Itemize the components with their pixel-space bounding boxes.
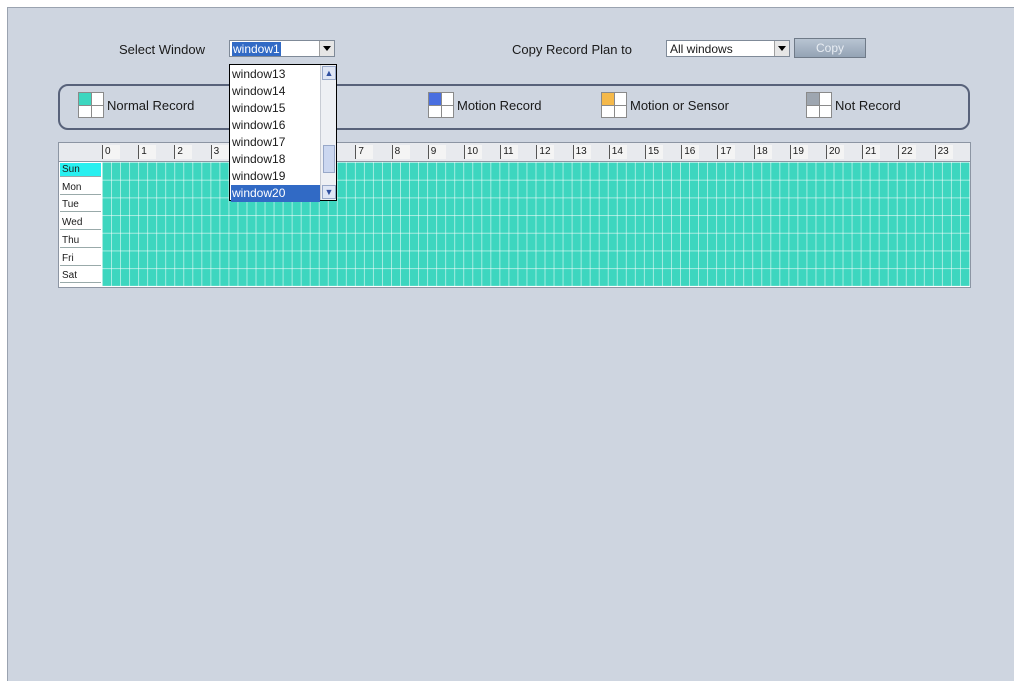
legend-item: Motion Record [428, 92, 542, 118]
hour-label: 17 [717, 145, 736, 159]
hour-label: 1 [138, 145, 157, 159]
legend-swatch-icon [806, 92, 832, 118]
schedule-grid: 01234567891011121314151617181920212223 S… [58, 142, 971, 288]
legend-label: Not Record [835, 97, 901, 113]
dropdown-option[interactable]: window17 [231, 134, 320, 151]
chevron-down-icon[interactable]: ▼ [322, 185, 336, 199]
copy-button[interactable]: Copy [794, 38, 866, 58]
legend-item: Motion or Sensor [601, 92, 729, 118]
dropdown-option[interactable]: window13 [231, 66, 320, 83]
dropdown-option[interactable]: window19 [231, 168, 320, 185]
copy-plan-label: Copy Record Plan to [512, 42, 632, 57]
hour-label: 22 [898, 145, 917, 159]
legend-item: Not Record [806, 92, 901, 118]
hour-label: 10 [464, 145, 482, 159]
hour-label: 16 [681, 145, 700, 159]
hour-label: 23 [934, 145, 953, 159]
chevron-down-icon[interactable] [319, 41, 334, 56]
hour-label: 12 [536, 145, 555, 159]
hour-label: 19 [789, 145, 808, 159]
copy-target-select[interactable]: All windows [666, 40, 790, 57]
hour-label: 20 [826, 145, 844, 159]
scrollbar-thumb[interactable] [323, 145, 335, 173]
dropdown-option[interactable]: window15 [231, 100, 320, 117]
dropdown-option[interactable]: window14 [231, 83, 320, 100]
hour-label: 0 [102, 145, 120, 159]
copy-target-value: All windows [670, 42, 733, 56]
legend-label: Motion or Sensor [630, 97, 729, 113]
day-label[interactable]: Mon [60, 180, 101, 195]
dropdown-option[interactable]: window16 [231, 117, 320, 134]
hour-label: 15 [645, 145, 663, 159]
hour-label: 3 [210, 145, 229, 159]
select-window-label: Select Window [119, 42, 205, 57]
legend-item: Normal Record [78, 92, 194, 118]
dropdown-option[interactable]: window20 [231, 185, 320, 202]
hour-header: 01234567891011121314151617181920212223 [59, 143, 970, 162]
day-label[interactable]: Thu [60, 233, 101, 248]
hour-label: 21 [862, 145, 881, 159]
window-select-value: window1 [232, 42, 281, 56]
day-label[interactable]: Tue [60, 198, 101, 213]
window-dropdown-list[interactable]: window13 window14 window15 window16 window17… [229, 64, 337, 202]
day-label[interactable]: Sat [60, 269, 101, 284]
legend-swatch-icon [428, 92, 454, 118]
window-select[interactable]: window1 [229, 40, 335, 57]
chevron-down-icon[interactable] [774, 41, 789, 56]
chevron-up-icon[interactable]: ▲ [322, 66, 336, 80]
hour-label: 18 [753, 145, 772, 159]
legend-label: Normal Record [107, 97, 195, 113]
hour-label: 14 [608, 145, 627, 159]
day-label[interactable]: Sun [60, 163, 101, 177]
dropdown-scrollbar[interactable]: ▲ ▼ [320, 65, 336, 200]
dropdown-option[interactable]: window18 [231, 151, 320, 168]
legend-swatch-icon [78, 92, 104, 118]
hour-label: 13 [572, 145, 591, 159]
day-label[interactable]: Fri [60, 251, 101, 266]
hour-label: 2 [174, 145, 193, 159]
hour-label: 9 [427, 145, 446, 159]
hour-label: 8 [391, 145, 410, 159]
legend-label: Motion Record [457, 97, 542, 113]
day-label[interactable]: Wed [60, 216, 101, 231]
legend-swatch-icon [601, 92, 627, 118]
hour-label: 7 [355, 145, 374, 159]
hour-label: 11 [500, 145, 519, 159]
